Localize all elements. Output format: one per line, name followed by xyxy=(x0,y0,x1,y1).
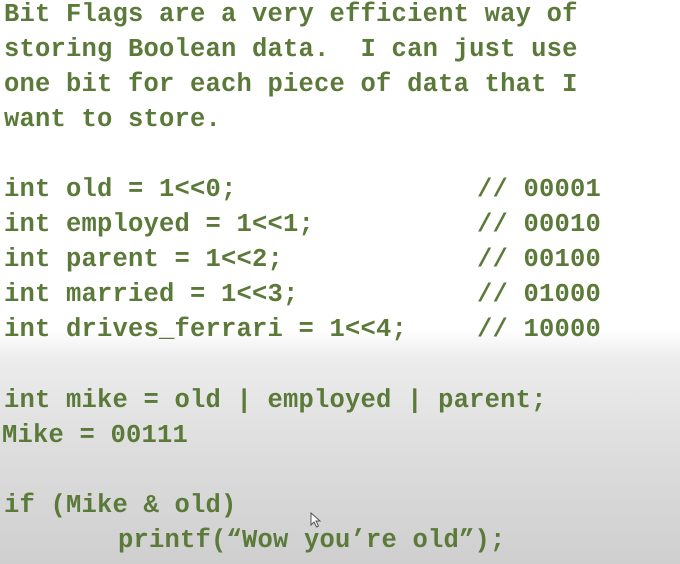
flag-parent-comment: // 00100 xyxy=(477,245,602,274)
flag-drives-ferrari-comment: // 10000 xyxy=(477,315,602,344)
flag-employed-code: int employed = 1<<1; xyxy=(4,210,315,239)
intro-line-1: Bit Flags are a very efficient way of xyxy=(4,0,578,29)
slide: Bit Flags are a very efficient way of st… xyxy=(0,0,680,564)
if-statement: if (Mike & old) xyxy=(4,491,237,520)
flag-old-code: int old = 1<<0; xyxy=(4,175,237,204)
flag-parent-code: int parent = 1<<2; xyxy=(4,245,284,274)
combine-declaration: int mike = old | employed | parent; xyxy=(4,386,547,415)
combine-result: Mike = 00111 xyxy=(2,421,189,450)
flag-old-comment: // 00001 xyxy=(477,175,602,204)
intro-line-2: storing Boolean data. I can just use xyxy=(4,35,578,64)
intro-line-4: want to store. xyxy=(4,105,222,134)
flag-married-comment: // 01000 xyxy=(477,280,602,309)
intro-line-3: one bit for each piece of data that I xyxy=(4,70,578,99)
mouse-pointer-icon xyxy=(310,512,322,528)
flag-drives-ferrari-code: int drives_ferrari = 1<<4; xyxy=(4,315,408,344)
flag-employed-comment: // 00010 xyxy=(477,210,602,239)
printf-statement: printf(“Wow you’re old”); xyxy=(118,526,506,555)
flag-married-code: int married = 1<<3; xyxy=(4,280,299,309)
